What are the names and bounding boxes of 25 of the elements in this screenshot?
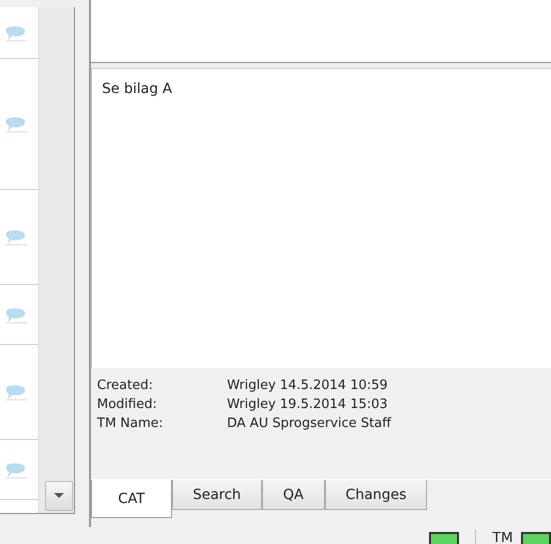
info-label: TM Name: bbox=[97, 416, 164, 431]
speech-bubble-icon[interactable] bbox=[5, 306, 27, 324]
tab[interactable]: CAT bbox=[91, 480, 172, 518]
info-value: Wrigley 14.5.2014 10:59 bbox=[227, 378, 388, 393]
tab[interactable]: Changes bbox=[324, 480, 428, 510]
speech-bubble-icon[interactable] bbox=[5, 228, 27, 246]
status-indicator bbox=[521, 532, 551, 544]
info-value: DA AU Sprogservice Staff bbox=[227, 416, 392, 431]
speech-bubble-icon[interactable] bbox=[5, 24, 27, 42]
comment-text-area[interactable]: Se bilag A bbox=[91, 68, 551, 368]
speech-bubble-icon[interactable] bbox=[5, 383, 27, 401]
scroll-down-button[interactable] bbox=[45, 481, 73, 511]
text-area[interactable] bbox=[91, 0, 551, 63]
caret-icon bbox=[54, 493, 64, 499]
info-label: Modified: bbox=[97, 397, 158, 412]
status-indicator bbox=[429, 532, 460, 544]
scrollbar[interactable] bbox=[38, 7, 74, 513]
tm-label: TM bbox=[492, 532, 513, 544]
info-label: Created: bbox=[97, 378, 154, 393]
speech-bubble-icon[interactable] bbox=[5, 460, 27, 478]
info-value: Wrigley 19.5.2014 15:03 bbox=[227, 397, 388, 412]
comment-text: Se bilag A bbox=[102, 81, 172, 97]
tab[interactable]: Search bbox=[172, 480, 262, 510]
speech-bubble-icon[interactable] bbox=[5, 115, 27, 133]
tab[interactable]: QA bbox=[262, 480, 325, 510]
